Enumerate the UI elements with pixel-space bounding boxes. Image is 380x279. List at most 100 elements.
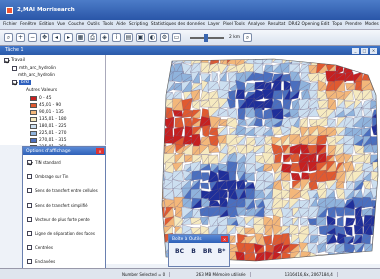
menu-item[interactable]: Pixel Tools xyxy=(223,22,245,27)
legend-swatch xyxy=(30,110,37,115)
menu-item[interactable]: Fichier xyxy=(3,22,17,27)
tin-triangle xyxy=(353,59,362,64)
zoom-slider[interactable] xyxy=(190,33,224,42)
tin-triangle xyxy=(162,218,165,225)
maximize-icon[interactable]: □ xyxy=(361,47,368,54)
select-icon[interactable]: ▭ xyxy=(172,33,181,42)
search-icon[interactable]: ⌕ xyxy=(4,33,13,42)
minimize-icon[interactable]: _ xyxy=(352,47,359,54)
tin-triangle xyxy=(271,260,284,261)
print-icon[interactable]: ⎙ xyxy=(88,33,97,42)
option-item[interactable]: Ligne de séparation des faces xyxy=(27,231,95,236)
menu-item[interactable]: Resultat xyxy=(268,22,286,27)
layer-checkbox[interactable] xyxy=(12,66,17,71)
menu-item[interactable]: Vue xyxy=(57,22,65,27)
save-icon[interactable]: ▣ xyxy=(136,33,145,42)
layer-item[interactable]: mth_arc_hydrolin xyxy=(12,66,56,71)
settings-icon[interactable]: ⚙ xyxy=(160,33,169,42)
option-item[interactable]: Sens de transfert simplifié xyxy=(27,202,88,208)
legend-swatch xyxy=(30,103,37,108)
app-icon xyxy=(6,6,13,14)
close-icon[interactable]: × xyxy=(221,236,228,242)
tin-triangle xyxy=(362,260,371,261)
menu-item[interactable]: Tools xyxy=(103,22,114,27)
layer-checkbox[interactable] xyxy=(12,80,17,85)
menu-item[interactable]: Layer xyxy=(208,22,220,27)
option-checkbox[interactable] xyxy=(27,188,32,194)
option-checkbox[interactable] xyxy=(27,174,32,180)
arrow-left-icon[interactable]: ◂ xyxy=(52,33,61,42)
color-icon[interactable]: ◐ xyxy=(148,33,157,42)
tin-triangle xyxy=(162,117,167,126)
tin-triangle xyxy=(301,261,310,264)
info-icon[interactable]: i xyxy=(112,33,121,42)
layer-checkbox[interactable] xyxy=(4,58,9,63)
tool-button-b[interactable]: B xyxy=(188,248,199,255)
tin-triangle xyxy=(361,65,375,73)
close-icon[interactable]: × xyxy=(370,47,377,54)
tin-triangle xyxy=(354,63,365,72)
option-item[interactable]: Centrées xyxy=(27,245,53,251)
title-bar: 2,MAI Morrisearch xyxy=(0,0,380,20)
arrow-right-icon[interactable]: ▸ xyxy=(64,33,73,42)
menu-item[interactable]: Fenêtre xyxy=(20,22,36,27)
toolbox-header[interactable]: Boîte à Outils × xyxy=(169,235,229,243)
option-item[interactable]: TIN standard xyxy=(27,160,61,165)
menu-item[interactable]: Modes xyxy=(365,22,379,27)
option-checkbox[interactable] xyxy=(27,259,32,265)
option-checkbox[interactable] xyxy=(27,160,32,165)
tin-triangle xyxy=(162,107,167,121)
tool-button-br[interactable]: BR xyxy=(202,248,213,255)
zoom-out-icon[interactable]: − xyxy=(28,33,37,42)
search-icon[interactable]: ⌕ xyxy=(243,33,253,42)
legend-swatch xyxy=(30,131,37,136)
menu-item[interactable]: Outils xyxy=(87,22,99,27)
menu-item[interactable]: DR42 Opening Edit xyxy=(288,22,329,27)
layers-icon[interactable]: ◈ xyxy=(100,33,109,42)
layer-label: brkl xyxy=(19,80,32,85)
grid-icon[interactable]: ▦ xyxy=(76,33,85,42)
menu-item[interactable]: Scripting xyxy=(129,22,148,27)
option-checkbox[interactable] xyxy=(27,202,32,208)
tin-triangle xyxy=(317,59,330,64)
option-item[interactable]: Ombrage sur Tin xyxy=(27,174,68,180)
tool-button-bstar[interactable]: B* xyxy=(216,248,227,255)
options-panel-header[interactable]: Options d'affichage × xyxy=(23,147,105,155)
tin-triangle xyxy=(162,217,164,226)
option-item[interactable]: Vecteur de plus forte pente xyxy=(27,216,90,222)
option-item[interactable]: Sens de transfert entre cellules xyxy=(27,188,98,194)
close-icon[interactable]: × xyxy=(96,148,104,154)
tin-triangle xyxy=(372,232,378,246)
status-bar: Number Selected = 0 263 MB Mémoire utili… xyxy=(0,268,380,279)
menu-item[interactable]: Statistiques des données xyxy=(151,22,205,27)
toolbox-title: Boîte à Outils xyxy=(172,236,202,242)
legend-item: 45,01 - 90 xyxy=(30,103,61,108)
menu-item[interactable]: Analyse xyxy=(248,22,265,27)
tin-map[interactable] xyxy=(106,55,380,264)
menu-item[interactable]: Aide xyxy=(116,22,126,27)
layer-item[interactable]: Autres Valeurs xyxy=(26,88,57,93)
option-checkbox[interactable] xyxy=(27,216,32,222)
zoom-in-icon[interactable]: + xyxy=(16,33,25,42)
option-checkbox[interactable] xyxy=(27,245,32,251)
tin-triangle xyxy=(372,232,378,246)
layer-item[interactable]: mth_arc_hydrolin xyxy=(18,73,55,78)
layer-item[interactable]: brkl xyxy=(12,80,32,85)
menu-item[interactable]: Topo xyxy=(332,22,342,27)
map-canvas[interactable] xyxy=(106,55,380,264)
tin-triangle xyxy=(155,263,164,264)
chart-icon[interactable]: ▤ xyxy=(124,33,133,42)
menu-item[interactable]: Edition xyxy=(39,22,54,27)
zoom-slider-thumb[interactable] xyxy=(204,33,208,42)
layer-item[interactable]: Travail xyxy=(4,58,25,63)
menu-item[interactable]: Couche xyxy=(68,22,84,27)
tool-button-bc[interactable]: BC xyxy=(174,248,185,255)
option-checkbox[interactable] xyxy=(27,231,32,236)
option-item[interactable]: Enclavées xyxy=(27,259,55,265)
layer-label: Autres Valeurs xyxy=(26,88,58,93)
option-label: Ligne de séparation des faces xyxy=(35,231,95,236)
pan-icon[interactable]: ✥ xyxy=(40,33,49,42)
tin-triangle xyxy=(162,171,164,184)
menu-item[interactable]: Prendre xyxy=(345,22,362,27)
tin-triangle xyxy=(235,262,245,264)
